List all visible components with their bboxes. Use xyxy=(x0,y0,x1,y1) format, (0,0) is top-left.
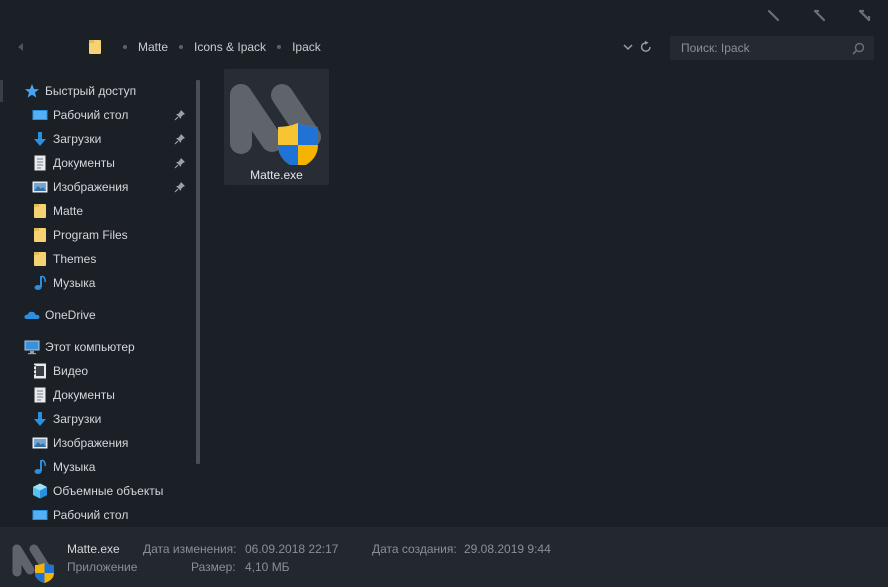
pictures-icon xyxy=(32,181,48,193)
refresh-icon[interactable] xyxy=(639,40,653,54)
document-icon xyxy=(34,387,46,403)
matte-app-shield-icon xyxy=(230,84,321,165)
pin-icon[interactable] xyxy=(174,133,186,145)
breadcrumb-separator xyxy=(179,45,184,49)
close-button[interactable] xyxy=(851,4,879,28)
download-icon xyxy=(34,412,46,426)
details-size-label: Размер: xyxy=(191,560,236,574)
cloud-icon xyxy=(24,311,40,319)
sidebar-item-music[interactable]: Музыка xyxy=(0,455,190,479)
matte-app-shield-icon xyxy=(12,544,54,583)
minimize-button[interactable] xyxy=(760,4,788,28)
breadcrumb: Matte Icons & Ipack Ipack xyxy=(88,37,321,57)
sidebar-item-onedrive[interactable]: OneDrive xyxy=(0,303,190,327)
sidebar-item-matte[interactable]: Matte xyxy=(0,199,190,223)
breadcrumb-item-ipack[interactable]: Ipack xyxy=(292,40,321,54)
title-bar xyxy=(0,0,888,32)
sidebar-item-videos[interactable]: Видео xyxy=(0,359,190,383)
3d-objects-icon xyxy=(33,483,47,499)
download-icon xyxy=(34,132,46,146)
desktop-icon xyxy=(32,510,48,520)
sidebar-item-label: Объемные объекты xyxy=(53,484,164,498)
sidebar-item-label: Видео xyxy=(53,364,89,378)
sidebar-item-documents[interactable]: Документы xyxy=(0,383,190,407)
sidebar-item-program-files[interactable]: Program Files xyxy=(0,223,190,247)
breadcrumb-item-icons-ipack[interactable]: Icons & Ipack xyxy=(194,40,266,54)
folder-icon xyxy=(89,40,101,54)
sidebar-scrollbar-thumb[interactable] xyxy=(196,80,200,464)
sidebar-item-label: Изображения xyxy=(53,180,129,194)
sidebar-item-desktop[interactable]: Рабочий стол xyxy=(0,103,190,127)
details-created-value: 29.08.2019 9:44 xyxy=(464,542,551,556)
sidebar-item-label: Музыка xyxy=(53,460,96,474)
sidebar-item-label: Загрузки xyxy=(53,412,102,426)
pin-icon[interactable] xyxy=(174,109,186,121)
search-input[interactable] xyxy=(670,36,874,60)
navigation-pane: Быстрый доступ Рабочий стол Загрузки Док… xyxy=(0,78,205,527)
file-name: Matte.exe xyxy=(250,168,303,182)
video-icon xyxy=(34,363,46,379)
pin-icon[interactable] xyxy=(174,157,186,169)
sidebar-item-downloads[interactable]: Загрузки xyxy=(0,407,190,431)
sidebar-item-label: Рабочий стол xyxy=(53,508,129,522)
sidebar-item-label: Быстрый доступ xyxy=(45,84,137,98)
folder-icon xyxy=(34,252,46,266)
sidebar-item-label: Matte xyxy=(53,204,84,218)
address-bar: Matte Icons & Ipack Ipack xyxy=(0,32,888,62)
music-icon xyxy=(34,275,46,290)
maximize-icon xyxy=(813,9,826,22)
desktop-icon xyxy=(32,110,48,120)
close-icon xyxy=(858,9,871,22)
star-icon xyxy=(25,84,39,98)
sidebar-item-desktop[interactable]: Рабочий стол xyxy=(0,503,190,527)
sidebar-item-documents[interactable]: Документы xyxy=(0,151,190,175)
sidebar-item-label: Загрузки xyxy=(53,132,102,146)
sidebar-item-downloads[interactable]: Загрузки xyxy=(0,127,190,151)
folder-icon xyxy=(34,228,46,242)
back-arrow-icon[interactable] xyxy=(14,40,28,54)
details-modified-label: Дата изменения: xyxy=(143,542,237,556)
sidebar-item-this-pc[interactable]: Этот компьютер xyxy=(0,335,190,359)
breadcrumb-separator xyxy=(277,45,282,49)
document-icon xyxy=(34,155,46,171)
sidebar-item-label: Этот компьютер xyxy=(45,340,135,354)
sidebar-item-quick-access[interactable]: Быстрый доступ xyxy=(0,79,190,103)
details-file-name: Matte.exe xyxy=(67,542,120,556)
sidebar-item-3d-objects[interactable]: Объемные объекты xyxy=(0,479,190,503)
details-modified-value: 06.09.2018 22:17 xyxy=(245,542,339,556)
folder-icon xyxy=(34,204,46,218)
details-file-type: Приложение xyxy=(67,560,138,574)
music-icon xyxy=(34,459,46,474)
sidebar-item-music[interactable]: Музыка xyxy=(0,271,190,295)
maximize-button[interactable] xyxy=(806,4,834,28)
sidebar-item-pictures[interactable]: Изображения xyxy=(0,175,190,199)
breadcrumb-separator xyxy=(123,45,127,49)
sidebar-item-label: Документы xyxy=(53,156,115,170)
sidebar-item-label: Program Files xyxy=(53,228,128,242)
sidebar-item-label: OneDrive xyxy=(45,308,96,322)
computer-icon xyxy=(24,340,40,355)
file-item[interactable]: Matte.exe xyxy=(224,69,329,185)
details-pane: Matte.exe Приложение Дата изменения: 06.… xyxy=(0,527,888,587)
sidebar-item-label: Themes xyxy=(53,252,97,266)
breadcrumb-item-matte[interactable]: Matte xyxy=(138,40,168,54)
pictures-icon xyxy=(32,437,48,449)
sidebar-item-label: Музыка xyxy=(53,276,96,290)
details-created-label: Дата создания: xyxy=(372,542,457,556)
details-size-value: 4,10 МБ xyxy=(245,560,290,574)
sidebar-item-themes[interactable]: Themes xyxy=(0,247,190,271)
minimize-icon xyxy=(767,9,780,22)
search-icon[interactable] xyxy=(852,42,865,55)
sidebar-item-label: Изображения xyxy=(53,436,129,450)
sidebar-item-label: Документы xyxy=(53,388,115,402)
sidebar-item-pictures[interactable]: Изображения xyxy=(0,431,190,455)
sidebar-item-label: Рабочий стол xyxy=(53,108,129,122)
chevron-down-icon[interactable] xyxy=(622,41,634,53)
pin-icon[interactable] xyxy=(174,181,186,193)
